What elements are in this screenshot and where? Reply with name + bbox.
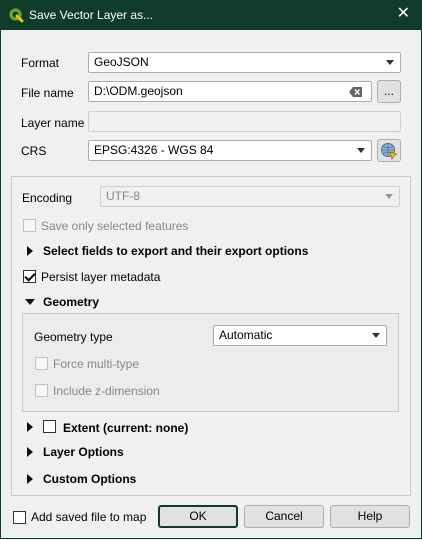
custom-options-header[interactable]: Custom Options: [43, 472, 136, 486]
format-label: Format: [21, 56, 60, 70]
force-multi-checkbox[interactable]: [35, 357, 48, 370]
cancel-button[interactable]: Cancel: [244, 505, 324, 528]
window-title: Save Vector Layer as...: [29, 8, 154, 22]
force-multi-label: Force multi-type: [53, 357, 140, 371]
help-button[interactable]: Help: [330, 505, 410, 528]
chevron-down-icon: [386, 60, 394, 65]
expand-right-icon[interactable]: [27, 422, 33, 432]
include-z-label: Include z-dimension: [53, 384, 160, 398]
geometry-header[interactable]: Geometry: [43, 295, 99, 309]
crs-value: EPSG:4326 - WGS 84: [94, 143, 214, 157]
layername-input[interactable]: [88, 111, 401, 132]
chevron-down-icon: [357, 148, 365, 153]
browse-button[interactable]: ...: [377, 80, 401, 103]
crs-select[interactable]: EPSG:4326 - WGS 84: [88, 140, 372, 161]
close-icon[interactable]: ✕: [397, 5, 410, 23]
filename-value: D:\ODM.geojson: [94, 84, 183, 98]
crs-globe-icon: [381, 143, 398, 160]
extent-header[interactable]: Extent (current: none): [63, 421, 188, 435]
ok-button[interactable]: OK: [158, 505, 238, 528]
expand-right-icon[interactable]: [27, 474, 33, 484]
add-saved-label: Add saved file to map: [31, 510, 147, 524]
expand-right-icon[interactable]: [27, 447, 33, 457]
format-value: GeoJSON: [94, 55, 149, 69]
geometry-type-label: Geometry type: [34, 330, 113, 344]
select-fields-header[interactable]: Select fields to export and their export…: [43, 244, 308, 258]
encoding-label: Encoding: [22, 191, 73, 205]
qgis-icon: [9, 8, 24, 23]
chevron-down-icon: [385, 194, 393, 199]
include-z-checkbox[interactable]: [35, 384, 48, 397]
layername-label: Layer name: [21, 116, 85, 130]
clear-input-icon[interactable]: [349, 87, 363, 97]
extent-checkbox[interactable]: [43, 420, 56, 433]
crs-label: CRS: [21, 144, 47, 158]
collapse-down-icon[interactable]: [25, 299, 35, 305]
encoding-value: UTF-8: [106, 189, 140, 203]
format-select[interactable]: GeoJSON: [88, 52, 401, 73]
filename-label: File name: [21, 86, 74, 100]
geometry-type-value: Automatic: [219, 328, 273, 342]
save-selected-checkbox[interactable]: [23, 219, 36, 232]
persist-metadata-checkbox[interactable]: [23, 270, 36, 283]
encoding-select[interactable]: UTF-8: [100, 186, 400, 207]
expand-right-icon[interactable]: [27, 246, 33, 256]
persist-metadata-label: Persist layer metadata: [41, 270, 161, 284]
filename-input[interactable]: D:\ODM.geojson: [88, 81, 372, 102]
layer-options-header[interactable]: Layer Options: [43, 445, 124, 459]
save-selected-label: Save only selected features: [41, 219, 189, 233]
add-saved-checkbox[interactable]: [13, 511, 26, 524]
chevron-down-icon: [372, 333, 380, 338]
crs-select-button[interactable]: [377, 139, 401, 162]
geometry-type-select[interactable]: Automatic: [213, 325, 387, 346]
title-bar: Save Vector Layer as... ✕: [0, 0, 422, 30]
